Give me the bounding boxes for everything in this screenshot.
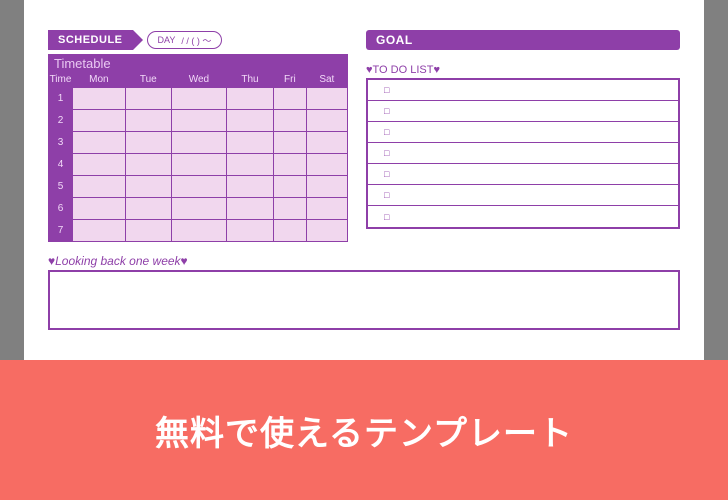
goal-label: GOAL [376, 33, 413, 47]
timetable-cell [73, 132, 126, 154]
page-margin-right [704, 0, 728, 360]
timetable-cell [171, 154, 226, 176]
goal-bar: GOAL [366, 30, 680, 50]
checkbox-icon: □ [384, 106, 389, 116]
timetable-cell [171, 220, 226, 242]
page-margin-left [0, 0, 24, 360]
timetable-row-label: 4 [49, 154, 73, 176]
timetable-cell [274, 132, 307, 154]
timetable-cell [125, 88, 171, 110]
timetable-cell [274, 110, 307, 132]
timetable-header: Time [49, 72, 73, 88]
timetable-cell [226, 176, 273, 198]
timetable-header: Fri [274, 72, 307, 88]
timetable-cell [73, 110, 126, 132]
timetable-cell [125, 176, 171, 198]
table-row: 7 [49, 220, 348, 242]
timetable-cell [125, 198, 171, 220]
checkbox-icon: □ [384, 85, 389, 95]
timetable-cell [73, 198, 126, 220]
table-row: 3 [49, 132, 348, 154]
timetable-cell [73, 88, 126, 110]
checkbox-icon: □ [384, 190, 389, 200]
checkbox-icon: □ [384, 212, 389, 222]
timetable-title: Timetable [48, 54, 348, 71]
timetable-cell [274, 220, 307, 242]
day-label: DAY [158, 35, 176, 45]
checkbox-icon: □ [384, 169, 389, 179]
timetable-cell [73, 220, 126, 242]
timetable-header: Sat [306, 72, 347, 88]
timetable-cell [306, 154, 347, 176]
timetable-cell [306, 88, 347, 110]
table-row: 1 [49, 88, 348, 110]
timetable-cell [226, 198, 273, 220]
timetable-header: Wed [171, 72, 226, 88]
timetable-cell [306, 176, 347, 198]
lookback-title: ♥Looking back one week♥ [48, 254, 680, 268]
timetable-cell [226, 220, 273, 242]
timetable-cell [125, 110, 171, 132]
timetable-cell [125, 132, 171, 154]
timetable-cell [125, 220, 171, 242]
timetable-cell [306, 110, 347, 132]
list-item: □ [368, 185, 678, 206]
timetable-cell [306, 132, 347, 154]
timetable-cell [73, 154, 126, 176]
timetable-cell [226, 132, 273, 154]
banner-text: 無料で使えるテンプレート [155, 406, 573, 455]
checkbox-icon: □ [384, 127, 389, 137]
list-item: □ [368, 206, 678, 227]
timetable-row-label: 7 [49, 220, 73, 242]
timetable-header: Mon [73, 72, 126, 88]
document-page: SCHEDULE DAY / / ( ) 〜 Timetable TimeMon… [24, 0, 704, 360]
timetable-cell [226, 88, 273, 110]
timetable-cell [171, 132, 226, 154]
schedule-tab: SCHEDULE [48, 30, 133, 50]
list-item: □ [368, 164, 678, 185]
timetable-cell [306, 198, 347, 220]
list-item: □ [368, 80, 678, 101]
list-item: □ [368, 101, 678, 122]
banner: 無料で使えるテンプレート [0, 360, 728, 500]
table-row: 4 [49, 154, 348, 176]
timetable-row-label: 6 [49, 198, 73, 220]
timetable-cell [226, 154, 273, 176]
todo-title: ♥TO DO LIST♥ [366, 64, 680, 76]
table-row: 5 [49, 176, 348, 198]
checkbox-icon: □ [384, 148, 389, 158]
day-pill: DAY / / ( ) 〜 [147, 31, 223, 49]
timetable-cell [73, 176, 126, 198]
timetable-header: Thu [226, 72, 273, 88]
timetable-cell [171, 110, 226, 132]
timetable-cell [306, 220, 347, 242]
timetable-cell [274, 88, 307, 110]
timetable-cell [274, 154, 307, 176]
timetable: TimeMonTueWedThuFriSat 1234567 [48, 71, 348, 242]
timetable-cell [274, 176, 307, 198]
timetable-row-label: 3 [49, 132, 73, 154]
timetable-cell [171, 176, 226, 198]
list-item: □ [368, 122, 678, 143]
day-date-placeholder: / / ( ) 〜 [181, 34, 211, 47]
schedule-tab-label: SCHEDULE [58, 34, 123, 46]
timetable-header: Tue [125, 72, 171, 88]
timetable-cell [125, 154, 171, 176]
timetable-cell [171, 198, 226, 220]
table-row: 2 [49, 110, 348, 132]
todo-list: □ □ □ □ □ □ □ [366, 78, 680, 229]
timetable-cell [171, 88, 226, 110]
timetable-cell [226, 110, 273, 132]
table-row: 6 [49, 198, 348, 220]
timetable-row-label: 1 [49, 88, 73, 110]
list-item: □ [368, 143, 678, 164]
timetable-row-label: 2 [49, 110, 73, 132]
lookback-box [48, 270, 680, 330]
timetable-row-label: 5 [49, 176, 73, 198]
timetable-cell [274, 198, 307, 220]
